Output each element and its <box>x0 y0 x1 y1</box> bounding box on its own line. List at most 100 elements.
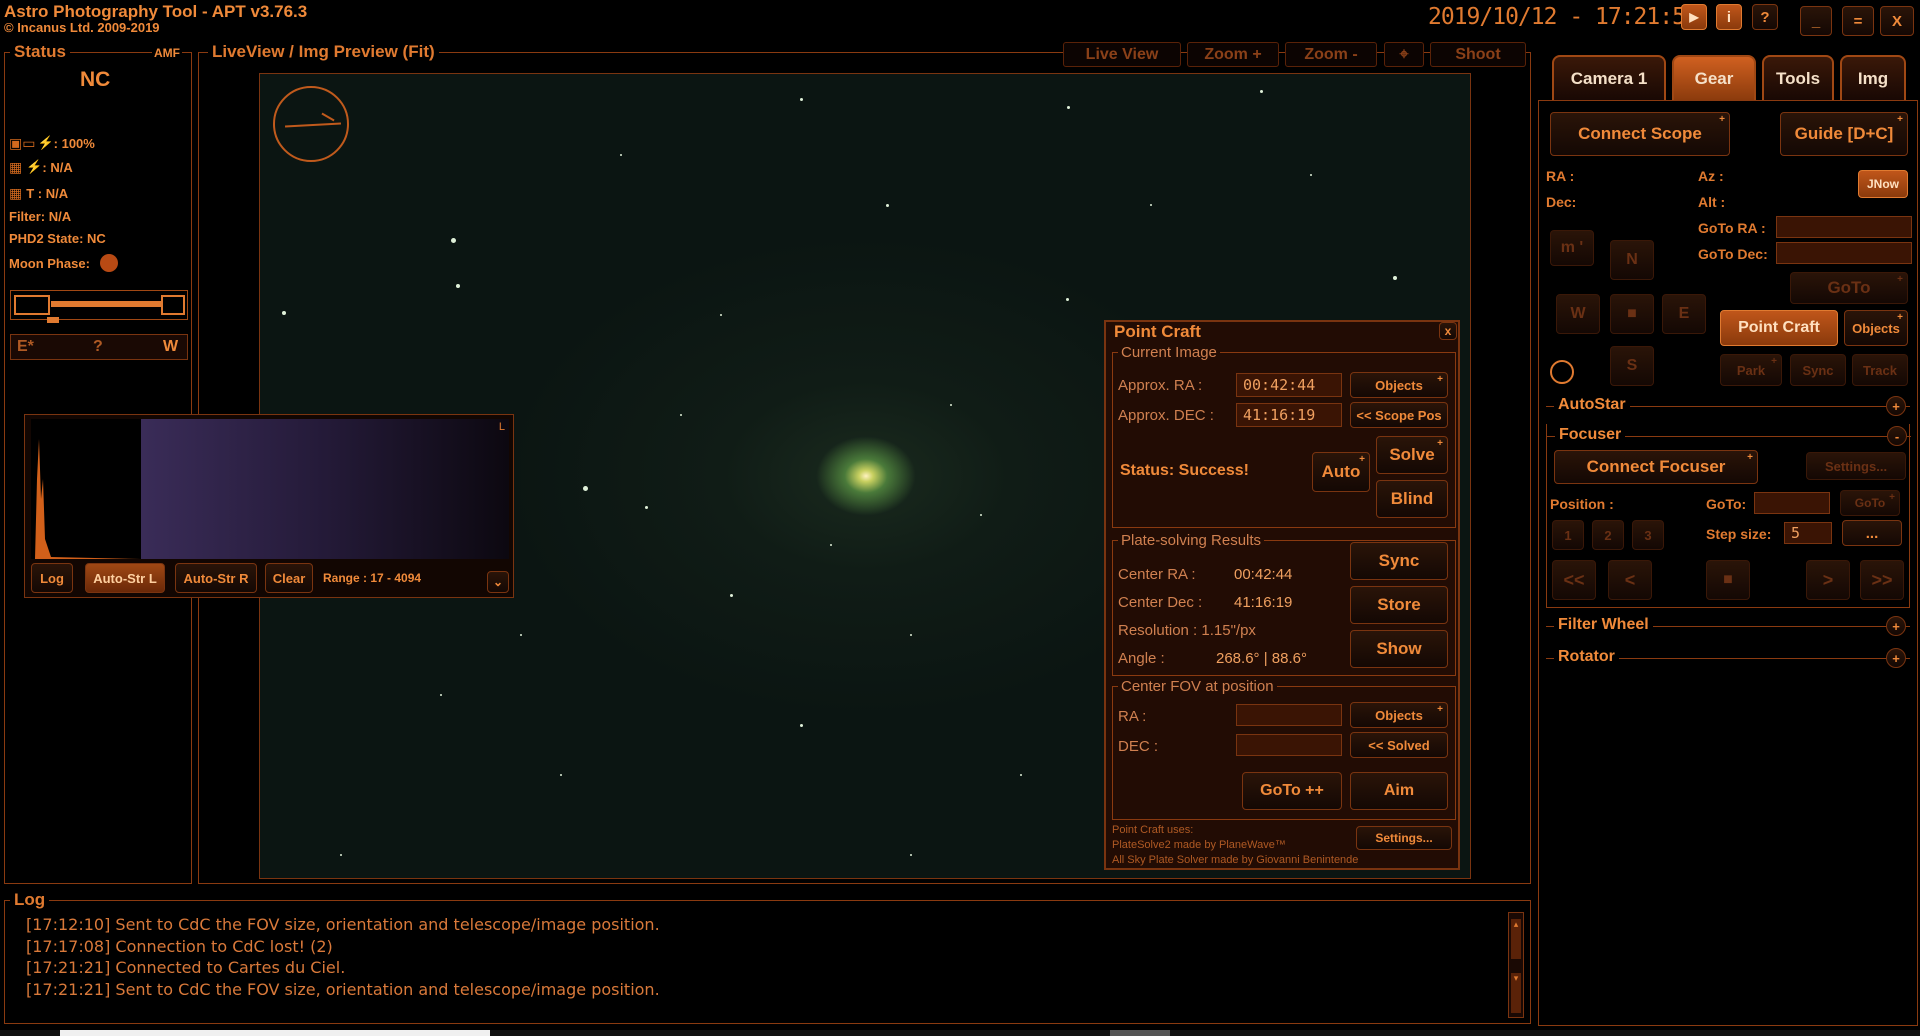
focuser-move-far-in-button[interactable]: << <box>1552 560 1596 600</box>
aim-button[interactable]: Aim <box>1350 772 1448 810</box>
battery-icon: ⚡ <box>37 135 54 150</box>
histogram-collapse-button[interactable]: ⌄ <box>487 571 509 593</box>
log-scrollbar[interactable]: ▴ ▾ <box>1508 912 1524 1018</box>
bottom-strip <box>0 1030 1920 1036</box>
zoom-in-button[interactable]: Zoom + <box>1187 42 1279 67</box>
objects-button[interactable]: Objects + <box>1350 372 1448 398</box>
focuser-move-in-button[interactable]: < <box>1608 560 1652 600</box>
filter-wheel-expand-icon[interactable]: + <box>1886 616 1906 636</box>
slew-south-button[interactable]: S <box>1610 346 1654 386</box>
point-craft-close-button[interactable]: x <box>1439 322 1457 340</box>
shoot-button[interactable]: Shoot <box>1430 42 1526 67</box>
slew-north-button[interactable]: N <box>1610 240 1654 280</box>
clear-histogram-button[interactable]: Clear <box>265 563 313 593</box>
guide-button[interactable]: Guide [D+C] + <box>1780 112 1908 156</box>
log-list[interactable]: [17:12:10] Sent to CdC the FOV size, ori… <box>26 914 1506 1020</box>
focuser-move-out-button[interactable]: > <box>1806 560 1850 600</box>
show-button[interactable]: Show <box>1350 630 1448 668</box>
meridian-slider[interactable] <box>10 290 188 323</box>
slew-rate-button[interactable]: m ' <box>1550 230 1594 266</box>
meridian-west: W <box>163 338 179 355</box>
scroll-up-icon[interactable]: ▴ <box>1511 919 1521 959</box>
live-view-button[interactable]: Live View <box>1063 42 1181 67</box>
tab-gear[interactable]: Gear <box>1672 55 1756 101</box>
camera-power-icon: ⚡ <box>26 159 43 174</box>
goto-plus-button[interactable]: GoTo ++ <box>1242 772 1342 810</box>
rotator-section[interactable]: Rotator + <box>1546 646 1910 670</box>
point-craft-settings-button[interactable]: Settings... <box>1356 826 1452 850</box>
crosshair-button[interactable]: ⌖ <box>1384 42 1424 67</box>
blind-solve-button[interactable]: Blind <box>1376 480 1448 518</box>
camera-power: : N/A <box>42 159 73 175</box>
close-button[interactable]: X <box>1880 6 1914 36</box>
focuser-stop-button[interactable]: ■ <box>1706 560 1750 600</box>
focuser-preset-1[interactable]: 1 <box>1552 520 1584 550</box>
goto-dec-field[interactable] <box>1776 242 1912 264</box>
filter-wheel-section[interactable]: Filter Wheel + <box>1546 614 1910 638</box>
help-button[interactable]: ? <box>1752 4 1778 30</box>
slew-stop-button[interactable]: ■ <box>1610 294 1654 334</box>
solve-button[interactable]: Solve + <box>1376 436 1448 474</box>
maximize-button[interactable]: = <box>1842 6 1874 36</box>
rotator-label: Rotator <box>1554 648 1619 666</box>
focuser-collapse-icon[interactable]: - <box>1887 426 1907 446</box>
fov-objects-button[interactable]: Objects + <box>1350 702 1448 728</box>
pc-icon: ▣▭ <box>9 134 36 151</box>
step-size-label: Step size: <box>1706 526 1772 542</box>
tab-camera-1[interactable]: Camera 1 <box>1552 55 1666 101</box>
focuser-move-far-out-button[interactable]: >> <box>1860 560 1904 600</box>
approx-dec-field[interactable]: 41:16:19 <box>1236 403 1342 427</box>
step-size-field[interactable]: 5 <box>1784 522 1832 544</box>
rotator-expand-icon[interactable]: + <box>1886 648 1906 668</box>
store-button[interactable]: Store <box>1350 586 1448 624</box>
sync-button[interactable]: Sync <box>1350 542 1448 580</box>
tab-img[interactable]: Img <box>1840 55 1906 101</box>
jnow-button[interactable]: JNow <box>1858 170 1908 198</box>
focuser-preset-2[interactable]: 2 <box>1592 520 1624 550</box>
auto-solve-button[interactable]: Auto + <box>1312 452 1370 492</box>
center-dec-value: 41:16:19 <box>1234 594 1293 611</box>
angle-label: Angle : <box>1118 650 1165 667</box>
histogram-curve <box>31 439 141 559</box>
sync-scope-button[interactable]: Sync <box>1790 354 1846 386</box>
approx-dec-label: Approx. DEC : <box>1118 407 1214 424</box>
histogram-graph[interactable]: L <box>31 419 509 559</box>
focuser-goto-button[interactable]: GoTo + <box>1840 490 1900 516</box>
log-legend: Log <box>10 890 50 910</box>
park-button[interactable]: Park + <box>1720 354 1782 386</box>
goto-ra-field[interactable] <box>1776 216 1912 238</box>
amf-label: AMF <box>152 46 182 60</box>
slew-east-button[interactable]: E <box>1662 294 1706 334</box>
focuser-preset-3[interactable]: 3 <box>1632 520 1664 550</box>
auto-stretch-r-button[interactable]: Auto-Str R <box>175 563 257 593</box>
scope-pos-button[interactable]: << Scope Pos <box>1350 402 1448 428</box>
connect-scope-button[interactable]: Connect Scope + <box>1550 112 1730 156</box>
goto-dec-label: GoTo Dec: <box>1698 246 1768 262</box>
autostar-expand-icon[interactable]: + <box>1886 396 1906 416</box>
log-toggle-button[interactable]: Log <box>31 563 73 593</box>
resolution-value: Resolution : 1.15"/px <box>1118 622 1256 639</box>
focuser-label: Focuser <box>1555 426 1626 444</box>
zoom-out-button[interactable]: Zoom - <box>1285 42 1377 67</box>
track-button[interactable]: Track <box>1852 354 1908 386</box>
minimize-button[interactable]: _ <box>1800 6 1832 36</box>
tab-tools[interactable]: Tools <box>1762 55 1834 101</box>
info-button[interactable]: i <box>1716 4 1742 30</box>
auto-stretch-l-button[interactable]: Auto-Str L <box>85 563 165 593</box>
compass-overlay <box>273 86 349 162</box>
approx-ra-field[interactable]: 00:42:44 <box>1236 373 1342 397</box>
solved-button[interactable]: << Solved <box>1350 732 1448 758</box>
scope-goto-button[interactable]: GoTo + <box>1790 272 1908 304</box>
scroll-down-icon[interactable]: ▾ <box>1511 973 1521 1013</box>
point-craft-button[interactable]: Point Craft <box>1720 310 1838 346</box>
slew-west-button[interactable]: W <box>1556 294 1600 334</box>
gear-objects-button[interactable]: Objects + <box>1844 310 1908 346</box>
step-size-more-button[interactable]: ... <box>1842 520 1902 546</box>
focuser-goto-field[interactable] <box>1754 492 1830 514</box>
fov-dec-field[interactable] <box>1236 734 1342 756</box>
play-button[interactable]: ▶ <box>1681 4 1707 30</box>
focuser-settings-button[interactable]: Settings... <box>1806 452 1906 480</box>
autostar-section[interactable]: AutoStar + <box>1546 394 1910 418</box>
connect-focuser-button[interactable]: Connect Focuser + <box>1554 450 1758 484</box>
fov-ra-field[interactable] <box>1236 704 1342 726</box>
